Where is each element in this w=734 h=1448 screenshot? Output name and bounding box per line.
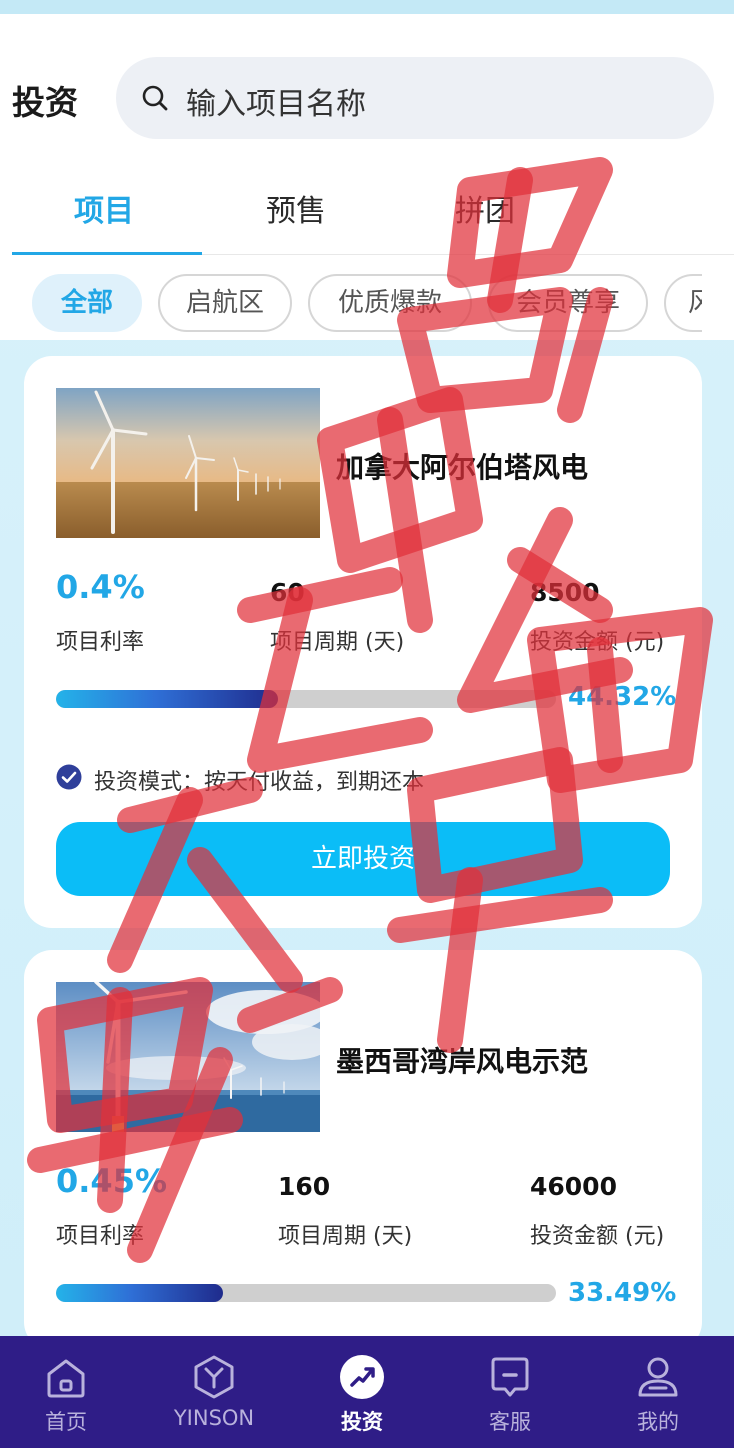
nav-item-yinson[interactable]: YINSON bbox=[141, 1336, 287, 1448]
nav-label: 我的 bbox=[637, 1410, 679, 1434]
page-title: 投资 bbox=[12, 83, 78, 122]
nav-label: 首页 bbox=[45, 1410, 87, 1434]
filter-chip-bar: 全部 启航区 优质爆款 会员尊享 风 bbox=[0, 274, 702, 336]
search-input[interactable]: 输入项目名称 bbox=[116, 57, 714, 139]
page-header: 投资 输入项目名称 项目 预售 拼团 全部 启航区 优质爆款 会员尊享 风 bbox=[0, 14, 734, 340]
period-value: 60 bbox=[270, 578, 305, 607]
progress-bar-fill bbox=[56, 1284, 224, 1302]
invest-icon bbox=[340, 1355, 384, 1399]
check-circle-icon bbox=[56, 764, 82, 790]
chip-launch-zone[interactable]: 启航区 bbox=[158, 274, 292, 332]
search-icon bbox=[142, 85, 168, 111]
progress-bar bbox=[56, 690, 556, 708]
active-tab-indicator bbox=[12, 252, 202, 255]
nav-label: 投资 bbox=[341, 1410, 383, 1434]
interest-rate-label: 项目利率 bbox=[56, 1224, 145, 1249]
project-card[interactable]: 加拿大阿尔伯塔风电 0.4% 项目利率 60 项目周期 (天) 8500 投资金… bbox=[24, 356, 702, 928]
project-image-prairie-wind bbox=[56, 388, 320, 538]
amount-value: 8500 bbox=[530, 578, 600, 607]
project-image-offshore-wind bbox=[56, 982, 320, 1132]
nav-item-invest[interactable]: 投资 bbox=[289, 1336, 435, 1448]
interest-rate-value: 0.45% bbox=[56, 1162, 168, 1200]
tab-group-buy[interactable]: 拼团 bbox=[455, 186, 515, 230]
chip-more[interactable]: 风 bbox=[664, 274, 702, 332]
interest-rate-value: 0.4% bbox=[56, 568, 145, 606]
investment-mode: 投资模式：按天付收益，到期还本 bbox=[94, 770, 425, 795]
project-name[interactable]: 加拿大阿尔伯塔风电 bbox=[336, 446, 588, 486]
amount-value: 46000 bbox=[530, 1172, 617, 1201]
chip-member-exclusive[interactable]: 会员尊享 bbox=[488, 274, 648, 332]
invest-now-button[interactable]: 立即投资 bbox=[56, 822, 670, 896]
project-card[interactable]: 墨西哥湾岸风电示范 0.45% 项目利率 160 项目周期 (天) 46000 … bbox=[24, 950, 702, 1350]
progress-bar bbox=[56, 1284, 556, 1302]
interest-rate-label: 项目利率 bbox=[56, 630, 145, 655]
nav-label: 客服 bbox=[489, 1410, 531, 1434]
tab-presale[interactable]: 预售 bbox=[266, 186, 326, 230]
period-label: 项目周期 (天) bbox=[278, 1224, 413, 1249]
progress-percent: 33.49% bbox=[568, 1278, 677, 1308]
status-strip bbox=[0, 0, 734, 14]
period-value: 160 bbox=[278, 1172, 331, 1201]
amount-label: 投资金额 (元) bbox=[530, 1224, 665, 1249]
tab-project[interactable]: 项目 bbox=[74, 186, 134, 230]
search-placeholder: 输入项目名称 bbox=[186, 87, 366, 122]
yinson-logo-icon bbox=[194, 1355, 234, 1399]
home-icon bbox=[47, 1359, 85, 1398]
period-label: 项目周期 (天) bbox=[270, 630, 405, 655]
nav-label: YINSON bbox=[173, 1406, 255, 1430]
progress-percent: 44.32% bbox=[568, 682, 677, 712]
chip-all[interactable]: 全部 bbox=[32, 274, 142, 332]
progress-bar-fill bbox=[56, 690, 278, 708]
amount-label: 投资金额 (元) bbox=[530, 630, 665, 655]
project-name[interactable]: 墨西哥湾岸风电示范 bbox=[336, 1040, 588, 1080]
profile-icon bbox=[638, 1357, 678, 1397]
nav-item-profile[interactable]: 我的 bbox=[585, 1336, 731, 1448]
customer-service-icon bbox=[491, 1357, 529, 1397]
nav-item-home[interactable]: 首页 bbox=[0, 1336, 139, 1448]
chip-quality-hits[interactable]: 优质爆款 bbox=[308, 274, 472, 332]
bottom-nav: 首页 YINSON 投资 客服 我的 bbox=[0, 1336, 734, 1448]
nav-item-customer-service[interactable]: 客服 bbox=[437, 1336, 583, 1448]
